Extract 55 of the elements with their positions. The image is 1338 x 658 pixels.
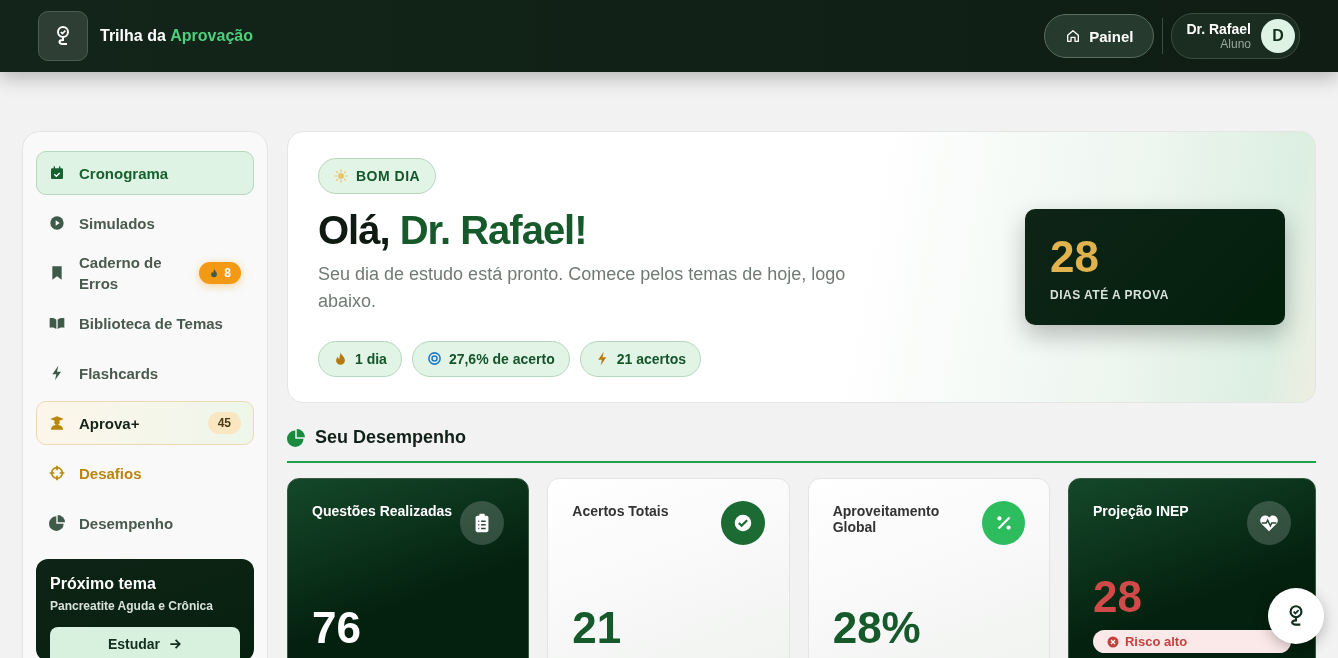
user-role: Aluno — [1220, 37, 1251, 51]
stat-chip: 21 acertos — [579, 340, 702, 377]
arrow-right-icon — [168, 637, 183, 651]
stat-value: 28 — [1093, 572, 1143, 622]
stat-chip: 1 dia — [318, 340, 402, 377]
stat-value: 28% — [832, 603, 922, 653]
crosshair-icon — [49, 465, 65, 481]
risk-tag: Risco alto — [1093, 630, 1291, 653]
heart-pulse-icon — [1247, 501, 1291, 545]
stat-label: Projeção INEP — [1093, 503, 1189, 519]
stat-chip: 27,6% de acerto — [411, 340, 570, 377]
user-menu[interactable]: Dr. Rafael Aluno D — [1171, 13, 1300, 59]
check-circle-icon — [720, 501, 765, 545]
count-badge: 8 — [199, 262, 241, 284]
dashboard-button[interactable]: Painel — [1044, 14, 1155, 58]
error-icon — [1107, 635, 1119, 648]
sidebar-item[interactable]: Desempenho — [36, 501, 254, 545]
flame-icon — [333, 351, 348, 366]
calendar-icon — [49, 165, 65, 181]
sidebar-item[interactable]: Caderno de Erros 8 — [36, 251, 254, 295]
greeting-heading: Olá, Dr. Rafael! — [318, 207, 587, 253]
app-title: Trilha da Aprovação — [100, 27, 253, 45]
next-topic-title: Próximo tema — [50, 575, 157, 593]
stat-label: Aproveitamento Global — [832, 503, 941, 535]
stat-value: 21 — [572, 603, 623, 653]
greeting-badge: BOM DIA — [318, 157, 437, 194]
book-icon — [49, 315, 65, 331]
study-button[interactable]: Estudar — [50, 627, 240, 658]
countdown-value: 28 — [1050, 232, 1100, 282]
section-title: Seu Desempenho — [315, 427, 467, 448]
sidebar-item[interactable]: Biblioteca de Temas — [36, 301, 254, 345]
user-name: Dr. Rafael — [1186, 21, 1251, 37]
play-icon — [49, 215, 65, 231]
next-topic-name: Pancreatite Aguda e Crônica — [50, 599, 214, 613]
clipboard-list-icon — [460, 501, 505, 545]
sidebar-item[interactable]: Aprova+ 45 — [36, 401, 254, 445]
pie-chart-icon — [49, 515, 65, 531]
graduate-icon — [49, 415, 65, 431]
target-icon — [426, 351, 442, 366]
avatar: D — [1261, 19, 1295, 53]
count-badge: 45 — [207, 412, 241, 434]
stat-value: 76 — [312, 603, 362, 653]
countdown-label: DIAS ATÉ A PROVA — [1050, 288, 1170, 302]
sidebar-item[interactable]: Simulados — [36, 201, 254, 245]
sidebar-item[interactable]: Cronograma — [36, 151, 254, 195]
logo-icon[interactable] — [38, 11, 88, 61]
greeting-subtitle: Seu dia de estudo está pronto. Comece pelos temas de hoje, logo abaixo. — [318, 262, 847, 313]
home-icon — [1065, 28, 1082, 44]
pie-chart-icon — [287, 428, 305, 447]
sidebar-item[interactable]: Flashcards — [36, 351, 254, 395]
stat-label: Acertos Totais — [572, 503, 669, 519]
percent-icon — [982, 501, 1025, 545]
bookmark-icon — [49, 265, 65, 281]
sun-icon — [334, 168, 348, 183]
stat-label: Questões Realizadas — [312, 503, 453, 519]
